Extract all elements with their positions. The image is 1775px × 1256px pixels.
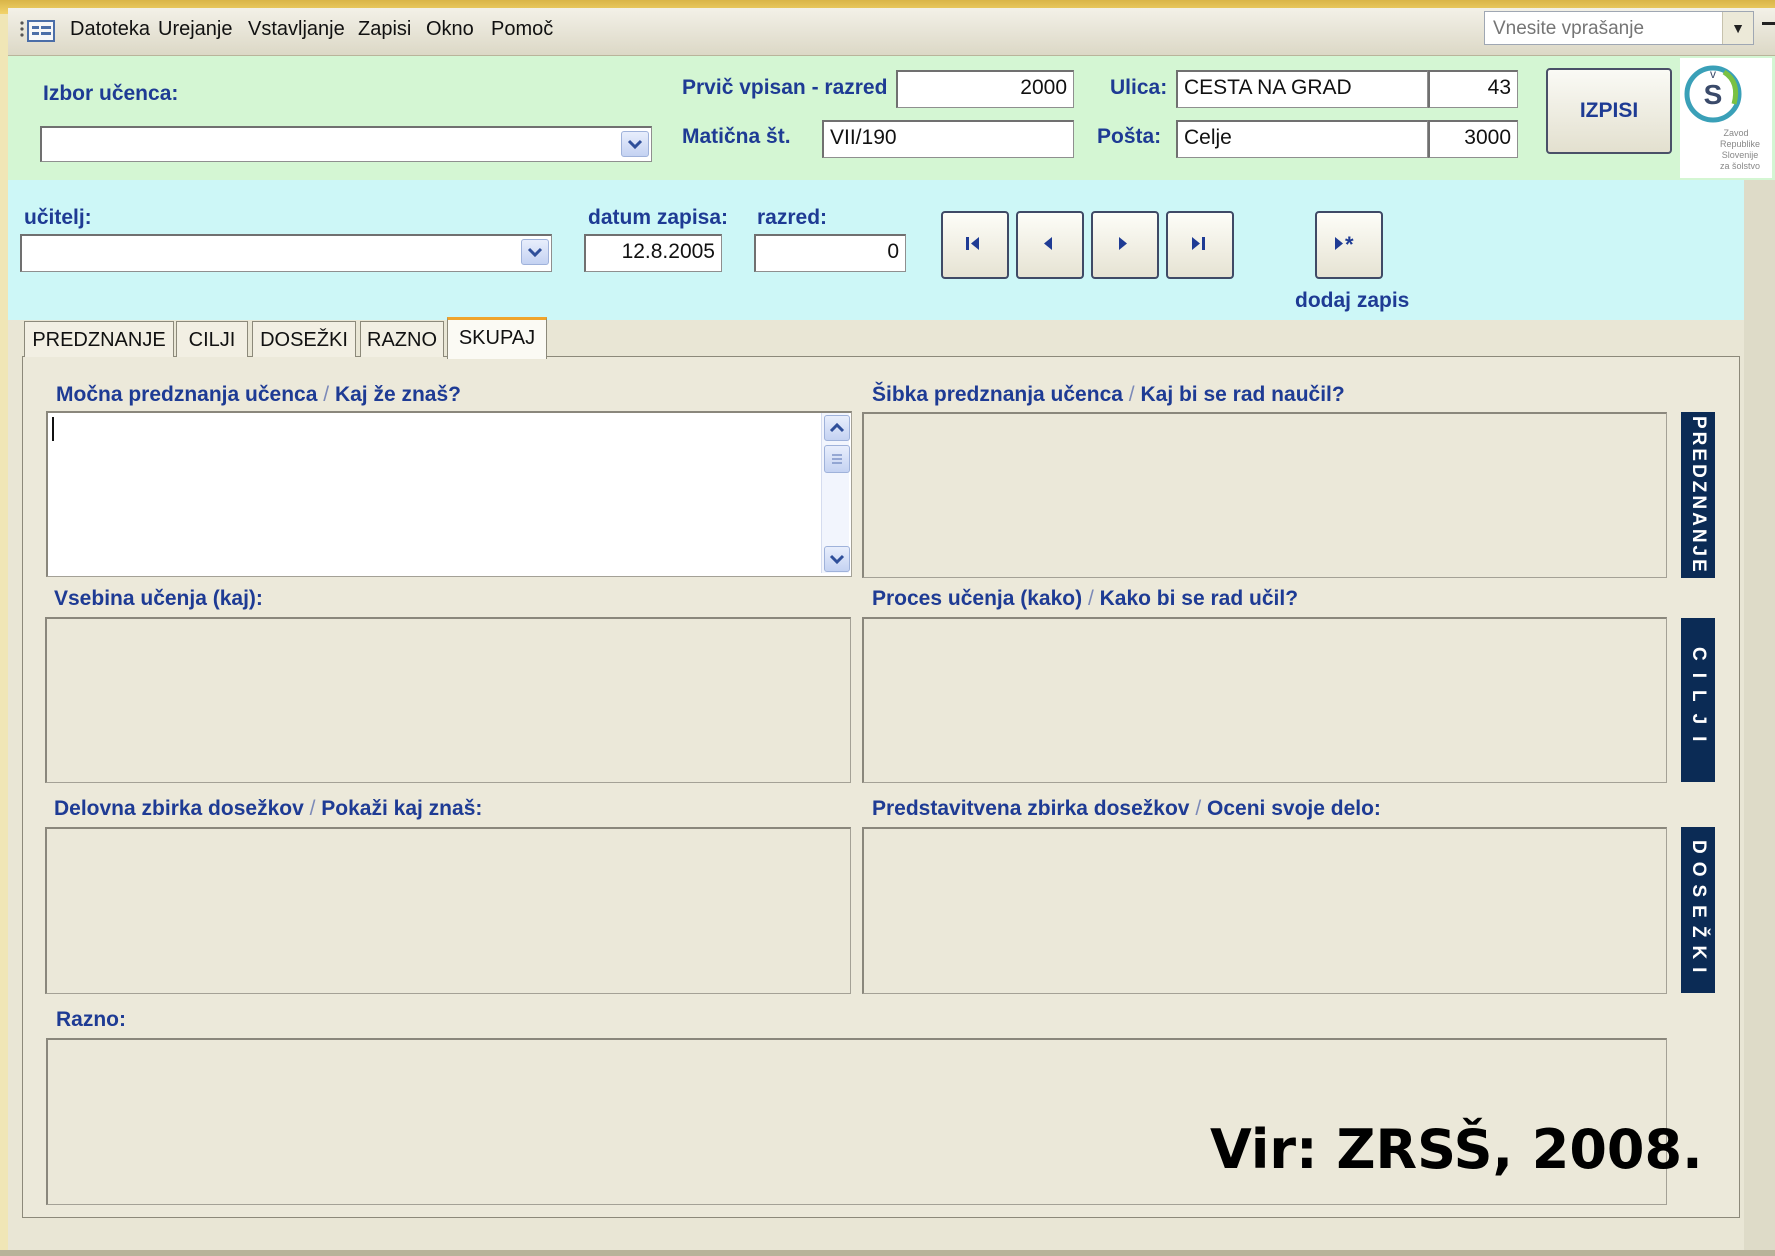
svg-text:za šolstvo: za šolstvo (1720, 161, 1760, 171)
street-field[interactable]: CESTA NA GRAD (1176, 70, 1428, 108)
street-label: Ulica: (1110, 76, 1168, 99)
grade-field[interactable]: 0 (754, 234, 906, 272)
menu-datoteka[interactable]: Datoteka (70, 18, 150, 41)
svg-text:v: v (1710, 67, 1716, 81)
student-select[interactable] (40, 126, 652, 162)
side-band-cilji: CILJI (1681, 618, 1715, 782)
grade-label: razred: (757, 206, 828, 229)
side-band-dosezki: DOSEŽKI (1681, 827, 1715, 993)
tab-razno[interactable]: RAZNO (360, 321, 444, 357)
teacher-select[interactable] (20, 234, 552, 272)
reg-no-field[interactable]: VII/190 (822, 120, 1074, 158)
svg-text:Republike: Republike (1720, 139, 1760, 149)
reg-no-label: Matična št. (682, 125, 791, 148)
menu-urejanje[interactable]: Urejanje (158, 18, 232, 41)
zrss-logo-icon: S v Zavod Republike Slovenije za šolstvo (1684, 65, 1760, 171)
post-label: Pošta: (1097, 125, 1162, 148)
date-label: datum zapisa: (588, 206, 729, 229)
process-label: Proces učenja (kako) / Kako bi se rad uč… (872, 587, 1299, 610)
content-label: Vsebina učenja (kaj): (54, 587, 263, 610)
tab-skupaj[interactable]: SKUPAJ (447, 317, 547, 359)
chevron-down-icon[interactable] (521, 239, 549, 265)
print-button[interactable]: IZPISI (1546, 68, 1672, 154)
menu-vstavljanje[interactable]: Vstavljanje (248, 18, 345, 41)
last-record-button[interactable] (1166, 211, 1234, 279)
minimize-icon[interactable] (1762, 22, 1775, 25)
working-portfolio-textarea[interactable] (45, 827, 851, 994)
menu-okno[interactable]: Okno (426, 18, 474, 41)
next-record-icon (1119, 237, 1127, 250)
student-select-label: Izbor učenca: (43, 82, 179, 105)
ask-question-input[interactable] (1491, 16, 1721, 42)
window-left-edge (0, 14, 8, 1256)
side-band-predznanje: PREDZNANJE (1681, 412, 1715, 578)
working-portfolio-label: Delovna zbirka dosežkov / Pokaži kaj zna… (54, 797, 483, 820)
content-textarea[interactable] (45, 617, 851, 783)
house-number-field[interactable]: 43 (1428, 70, 1518, 108)
new-record-icon: * (1335, 232, 1354, 257)
text-caret (52, 417, 54, 441)
add-record-label: dodaj zapis (1295, 289, 1410, 312)
first-record-icon (966, 237, 979, 250)
menu-pomoc[interactable]: Pomoč (491, 18, 553, 41)
process-textarea[interactable] (862, 617, 1667, 783)
previous-record-button[interactable] (1016, 211, 1084, 279)
scroll-thumb[interactable] (824, 445, 850, 473)
strong-knowledge-label: Močna predznanja učenca / Kaj že znaš? (56, 383, 461, 406)
chevron-down-icon[interactable]: ▼ (1722, 12, 1753, 44)
first-enrolled-label: Prvič vpisan - razred (682, 76, 888, 99)
misc-label: Razno: (56, 1008, 126, 1031)
source-caption: Vir: ZRSŠ, 2008. (1210, 1118, 1703, 1181)
new-record-button[interactable]: * (1315, 211, 1383, 279)
teacher-label: učitelj: (24, 206, 92, 229)
form-icon (20, 20, 55, 42)
last-record-icon (1192, 237, 1205, 250)
scroll-up-icon[interactable] (824, 415, 850, 441)
zrss-logo: S v Zavod Republike Slovenije za šolstvo (1680, 58, 1772, 178)
weak-knowledge-label: Šibka predznanja učenca / Kaj bi se rad … (872, 383, 1345, 406)
first-enrolled-field[interactable]: 2000 (896, 70, 1074, 108)
previous-record-icon (1044, 237, 1052, 250)
first-record-button[interactable] (941, 211, 1009, 279)
svg-text:S: S (1704, 79, 1723, 110)
tab-dosezki[interactable]: DOSEŽKI (252, 321, 356, 357)
ask-question-box: ▼ (1484, 11, 1754, 45)
next-record-button[interactable] (1091, 211, 1159, 279)
svg-text:Zavod: Zavod (1723, 128, 1748, 138)
tab-cilji[interactable]: CILJI (176, 321, 248, 357)
window-bottom-edge (0, 1250, 1775, 1256)
chevron-down-icon[interactable] (621, 131, 649, 157)
svg-text:Slovenije: Slovenije (1722, 150, 1759, 160)
tab-predznanje[interactable]: PREDZNANJE (24, 321, 174, 357)
date-field[interactable]: 12.8.2005 (584, 234, 722, 272)
menu-zapisi[interactable]: Zapisi (358, 18, 411, 41)
strong-knowledge-textarea[interactable] (46, 411, 852, 577)
presentation-portfolio-textarea[interactable] (862, 827, 1667, 994)
post-code-field[interactable]: 3000 (1428, 120, 1518, 158)
scroll-down-icon[interactable] (824, 546, 850, 572)
weak-knowledge-textarea[interactable] (862, 412, 1667, 578)
scrollbar[interactable] (821, 413, 850, 573)
presentation-portfolio-label: Predstavitvena zbirka dosežkov / Oceni s… (872, 797, 1381, 820)
right-border (1744, 180, 1775, 1256)
svg-text:*: * (1345, 232, 1354, 257)
post-field[interactable]: Celje (1176, 120, 1428, 158)
